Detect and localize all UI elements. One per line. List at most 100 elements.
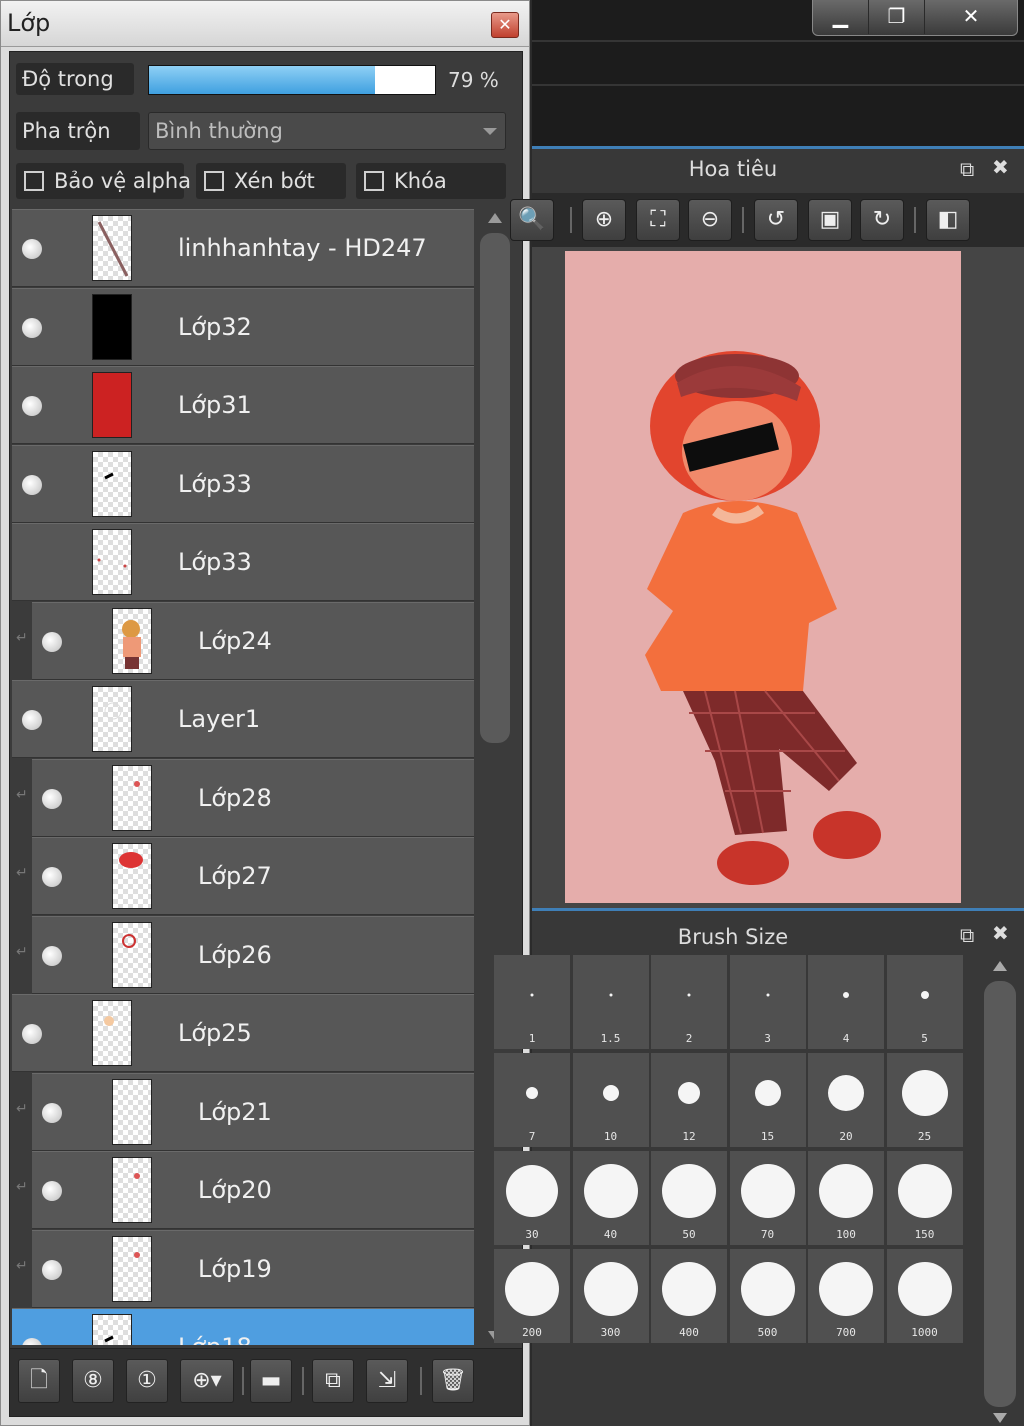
navigator-view[interactable] [532,247,1024,909]
visibility-icon[interactable] [22,474,42,495]
popout-icon[interactable]: ⧉ [960,157,974,181]
scrollbar-thumb[interactable] [984,981,1016,1407]
brush-size-cell[interactable]: 500 [729,1249,806,1343]
close-icon[interactable]: ✕ [491,12,519,38]
visibility-icon[interactable] [42,788,62,809]
brush-size-cell[interactable]: 200 [494,1249,570,1343]
brush-size-cell[interactable]: 2 [651,955,727,1049]
navigator-toolbar: 🔍 ⊕ ⛶ ⊖ ↺ ▣ ↻ ◧ [510,193,1024,247]
scrollbar-thumb[interactable] [480,233,510,743]
zoom-icon[interactable]: 🔍 [510,199,554,241]
toolbar-divider [242,1367,244,1395]
close-icon[interactable]: ✖ [992,921,1009,945]
visibility-icon[interactable] [42,945,62,966]
layer-row[interactable]: Lớp33 [12,444,474,523]
opacity-value: 79 % [448,68,499,92]
scroll-down-icon[interactable] [993,1413,1007,1423]
layer-row[interactable]: Lớp20 [32,1151,474,1229]
delete-icon[interactable]: 🗑 [432,1359,474,1403]
visibility-icon[interactable] [22,396,42,416]
brush-size-cell[interactable]: 150 [886,1151,963,1245]
brush-size-cell[interactable]: 30 [494,1151,570,1245]
brush-size-cell[interactable]: 15 [729,1053,806,1147]
minimize-icon[interactable]: ▁ [813,0,869,34]
checkbox-icon[interactable] [204,171,224,191]
visibility-icon[interactable] [42,631,62,652]
brush-preview-dot [819,1164,873,1218]
folder-icon[interactable]: ▬ [250,1359,292,1403]
layer-name: Lớp27 [198,862,272,890]
brush-size-cell[interactable]: 400 [651,1249,727,1343]
brush-size-cell[interactable]: 4 [808,955,884,1049]
brush-size-cell[interactable]: 70 [729,1151,806,1245]
checkbox-icon[interactable] [24,171,44,191]
layer-row[interactable]: linhhanhtay - HD247 [12,209,474,287]
zoom-in-icon[interactable]: ⊕ [582,199,626,241]
brush-size-cell[interactable]: 50 [651,1151,727,1245]
brush-size-cell[interactable]: 12 [651,1053,727,1147]
new-8bit-layer-icon[interactable]: ⑧ [72,1359,114,1403]
scroll-up-icon[interactable] [488,213,502,223]
visibility-icon[interactable] [42,867,62,887]
restore-icon[interactable]: ❐ [869,0,925,34]
new-1bit-layer-icon[interactable]: ① [126,1359,168,1403]
brush-size-cell[interactable]: 3 [729,955,806,1049]
brush-size-cell[interactable]: 300 [572,1249,649,1343]
visibility-icon[interactable] [22,317,42,338]
layer-row[interactable]: Lớp24 [32,601,474,680]
popout-icon[interactable]: ⧉ [960,923,974,947]
visibility-icon[interactable] [42,1102,62,1123]
rotate-right-icon[interactable]: ↻ [860,199,904,241]
layer-name: Lớp33 [178,548,252,576]
brush-size-cell[interactable]: 7 [494,1053,570,1147]
layer-row[interactable]: Lớp19 [32,1229,474,1308]
actual-size-icon[interactable]: ▣ [808,199,852,241]
flip-icon[interactable]: ◧ [926,199,970,241]
brush-size-cell[interactable]: 100 [808,1151,884,1245]
clipping-checkbox[interactable]: Xén bớt [196,163,346,199]
opacity-slider[interactable] [148,65,436,95]
merge-down-icon[interactable]: ⇲ [366,1359,408,1403]
layer-row[interactable]: Lớp25 [12,994,474,1072]
layer-row[interactable]: Lớp28 [32,758,474,837]
brush-size-cell[interactable]: 1000 [886,1249,963,1343]
lock-checkbox[interactable]: Khóa [356,163,506,199]
layer-row[interactable]: Lớp26 [32,915,474,994]
add-layer-dropdown-icon[interactable]: ⊕▾ [180,1359,234,1403]
brush-size-cell[interactable]: 40 [572,1151,649,1245]
brush-size-cell[interactable]: 700 [808,1249,884,1343]
blend-mode-select[interactable]: Bình thường [148,112,506,150]
close-icon[interactable]: ✖ [992,155,1009,179]
brush-size-cell[interactable]: 1.5 [572,955,649,1049]
layer-row[interactable]: Lớp21 [32,1072,474,1151]
visibility-icon[interactable] [22,710,42,730]
close-icon[interactable]: ✕ [925,0,1017,34]
clipping-indicator-icon: ↵ [16,865,28,881]
layer-row[interactable]: Lớp33 [12,523,474,601]
visibility-icon[interactable] [22,239,42,259]
brush-size-cell[interactable]: 1 [494,955,570,1049]
scroll-up-icon[interactable] [993,961,1007,971]
layer-row[interactable]: Lớp32 [12,287,474,366]
brush-size-cell[interactable]: 10 [572,1053,649,1147]
protect-alpha-checkbox[interactable]: Bảo vệ alpha [16,163,191,199]
layer-row[interactable]: Lớp27 [32,837,474,915]
visibility-icon[interactable] [22,1024,42,1044]
layer-row[interactable]: Layer1 [12,680,474,758]
duplicate-icon[interactable]: ⧉ [312,1359,354,1403]
zoom-out-icon[interactable]: ⊖ [688,199,732,241]
fit-icon[interactable]: ⛶ [636,199,680,241]
layer-row[interactable]: Lớp31 [12,366,474,444]
layer-row[interactable]: Lớp18 [12,1308,474,1345]
visibility-icon[interactable] [22,1338,42,1345]
brush-size-scrollbar[interactable] [982,955,1018,1426]
new-layer-icon[interactable]: 🗋 [18,1359,60,1403]
visibility-icon[interactable] [42,1259,62,1280]
brush-size-cell[interactable]: 25 [886,1053,963,1147]
checkbox-icon[interactable] [364,171,384,191]
rotate-left-icon[interactable]: ↺ [754,199,798,241]
brush-size-cell[interactable]: 20 [808,1053,884,1147]
brush-size-cell[interactable]: 5 [886,955,963,1049]
visibility-icon[interactable] [42,1181,62,1201]
layer-panel-titlebar[interactable]: Lớp ✕ [1,1,529,47]
